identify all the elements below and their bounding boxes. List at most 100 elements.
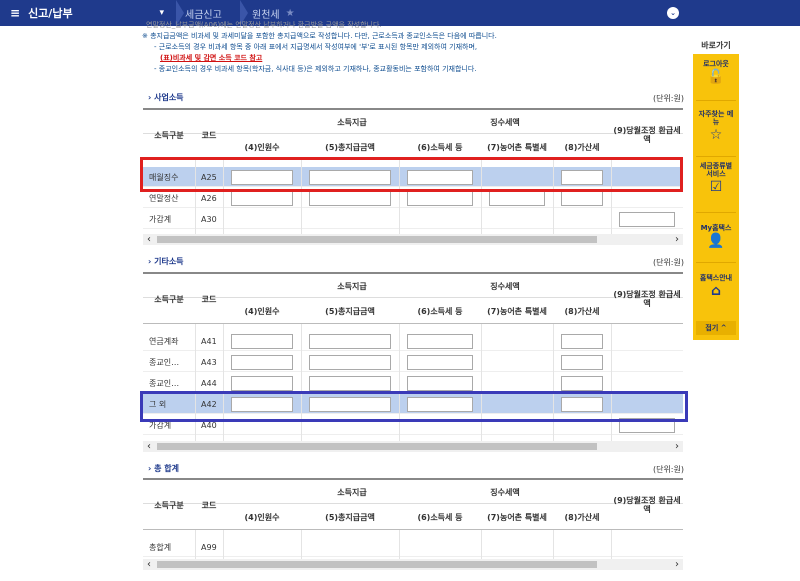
table-row: 연금계좌 A41 <box>143 331 683 351</box>
penalty-input[interactable] <box>561 355 603 370</box>
col-header-tax-withheld: 징수세액 <box>490 117 520 127</box>
persons-input[interactable] <box>231 334 293 349</box>
scroll-thumb[interactable] <box>157 443 597 450</box>
quick-links-title: 바로가기 <box>701 41 731 50</box>
col-header-code: 코드 <box>201 500 217 510</box>
favorite-menu-link[interactable]: 자주찾는 메뉴 ☆ <box>696 110 736 143</box>
total-input[interactable] <box>309 191 391 206</box>
column-divider <box>301 324 302 442</box>
star-icon: ☆ <box>709 127 723 143</box>
col-header-total-payment: (5)총지급금액 <box>325 512 375 522</box>
scroll-thumb[interactable] <box>157 236 597 243</box>
unit-label: (단위:원) <box>652 94 684 103</box>
total-input[interactable] <box>309 334 391 349</box>
scroll-left-icon[interactable]: ‹ <box>143 559 155 570</box>
col-header-code: 코드 <box>201 294 217 304</box>
tax-input[interactable] <box>407 334 473 349</box>
row-code: A43 <box>201 357 217 367</box>
persons-input[interactable] <box>231 191 293 206</box>
tax-input[interactable] <box>407 191 473 206</box>
column-divider <box>611 530 612 560</box>
penalty-input[interactable] <box>561 334 603 349</box>
col-header-category: 소득구분 <box>154 294 184 304</box>
table-row: 종교인… A44 <box>143 373 683 393</box>
row-code: A99 <box>201 542 217 552</box>
hamburger-icon: ≡ <box>10 6 21 20</box>
home-icon: ⌂ <box>710 283 722 299</box>
logout-link[interactable]: 로그아웃 🔓 <box>696 60 736 85</box>
row-code: A30 <box>201 214 217 224</box>
unit-label: (단위:원) <box>652 465 684 474</box>
menu-label: 신고/납부 <box>28 7 73 20</box>
column-divider <box>481 324 482 442</box>
total-input[interactable] <box>309 376 391 391</box>
scroll-left-icon[interactable]: ‹ <box>143 441 155 452</box>
table-row: 가감계 A30 <box>143 209 683 229</box>
scroll-right-icon[interactable]: › <box>671 559 683 570</box>
person-icon: 👤 <box>707 233 725 249</box>
star-icon[interactable]: ★ <box>286 8 295 19</box>
col-header-income-tax: (6)소득세 등 <box>417 512 463 522</box>
col-header-refund: (9)당월조정 환급세액 <box>613 290 681 308</box>
persons-input[interactable] <box>231 376 293 391</box>
horizontal-scrollbar[interactable]: ‹ › <box>143 559 683 570</box>
row-label: 연금계좌 <box>149 336 179 346</box>
persons-input[interactable] <box>231 355 293 370</box>
hometax-guide-link[interactable]: 홈택스안내 ⌂ <box>696 274 736 299</box>
col-header-total-payment: (5)총지급금액 <box>325 306 375 316</box>
note-line: - 근로소득의 경우 비과세 항목 중 아래 표에서 지급명세서 작성여부에 '… <box>154 43 478 51</box>
highlight-box-blue <box>140 391 688 422</box>
column-divider <box>223 530 224 560</box>
penalty-input[interactable] <box>561 191 603 206</box>
header-row: 소득지급 징수세액 <box>143 274 683 298</box>
row-label: 종교인… <box>149 378 180 388</box>
col-header-tax-withheld: 징수세액 <box>490 487 520 497</box>
rural-input[interactable] <box>489 191 545 206</box>
row-label: 총합계 <box>149 542 172 552</box>
tax-code-reference-link[interactable]: (표)비과세 및 감면 소득 코드 참고 <box>160 53 262 64</box>
header-row: (4)인원수 (5)총지급금액 (6)소득세 등 (7)농어촌 특별세 (8)가산세 <box>143 298 683 324</box>
col-header-penalty: (8)가산세 <box>564 306 600 316</box>
column-divider <box>195 324 196 442</box>
row-label: 가감계 <box>149 214 172 224</box>
col-header-category: 소득구분 <box>154 500 184 510</box>
section-title-other-income: 기타소득 <box>148 256 183 267</box>
col-header-rural-tax: (7)농어촌 특별세 <box>487 512 547 522</box>
refund-input[interactable] <box>619 212 675 227</box>
note-line: 연말정산_납부금액(A06)에는 연말정산 납부하거나 환급받을 금액을 작성합… <box>146 21 382 29</box>
row-label: 종교인… <box>149 357 180 367</box>
column-divider <box>481 530 482 560</box>
horizontal-scrollbar[interactable]: ‹ › <box>143 234 683 245</box>
instruction-notes: 연말정산_납부금액(A06)에는 연말정산 납부하거나 환급받을 금액을 작성합… <box>142 21 686 75</box>
col-header-code: 코드 <box>201 130 217 140</box>
note-line: - 종교인소득의 경우 비과세 항목(학자금, 식사대 등)은 제외하고 기재하… <box>154 65 477 73</box>
penalty-input[interactable] <box>561 376 603 391</box>
col-header-persons: (4)인원수 <box>244 512 280 522</box>
tax-input[interactable] <box>407 355 473 370</box>
my-hometax-link[interactable]: My홈택스 👤 <box>696 224 736 249</box>
chevron-down-icon[interactable]: ⌄ <box>667 7 679 19</box>
column-divider <box>553 324 554 442</box>
column-divider <box>195 530 196 560</box>
scroll-right-icon[interactable]: › <box>671 234 683 245</box>
col-header-rural-tax: (7)농어촌 특별세 <box>487 306 547 316</box>
col-header-refund: (9)당월조정 환급세액 <box>613 496 681 514</box>
col-header-penalty: (8)가산세 <box>564 512 600 522</box>
column-divider <box>301 530 302 560</box>
horizontal-scrollbar[interactable]: ‹ › <box>143 441 683 452</box>
table-row: 총합계 A99 <box>143 537 683 557</box>
scroll-right-icon[interactable]: › <box>671 441 683 452</box>
total-input[interactable] <box>309 355 391 370</box>
tax-input[interactable] <box>407 376 473 391</box>
col-header-income-tax: (6)소득세 등 <box>417 306 463 316</box>
header-row: 소득지급 징수세액 <box>143 480 683 504</box>
quick-links-body: 로그아웃 🔓 자주찾는 메뉴 ☆ 세금종류별 서비스 ☑ My홈택스 👤 홈택스안내 ⌂ … <box>693 54 739 340</box>
section-title-grand-total: 총 합계 <box>148 463 179 474</box>
row-code: A41 <box>201 336 217 346</box>
scroll-left-icon[interactable]: ‹ <box>143 234 155 245</box>
table-row: 종교인… A43 <box>143 352 683 372</box>
scroll-thumb[interactable] <box>157 561 597 568</box>
tax-service-link[interactable]: 세금종류별 서비스 ☑ <box>696 162 736 195</box>
col-header-refund: (9)당월조정 환급세액 <box>613 126 681 144</box>
collapse-button[interactable]: 접기 ^ <box>696 321 736 335</box>
